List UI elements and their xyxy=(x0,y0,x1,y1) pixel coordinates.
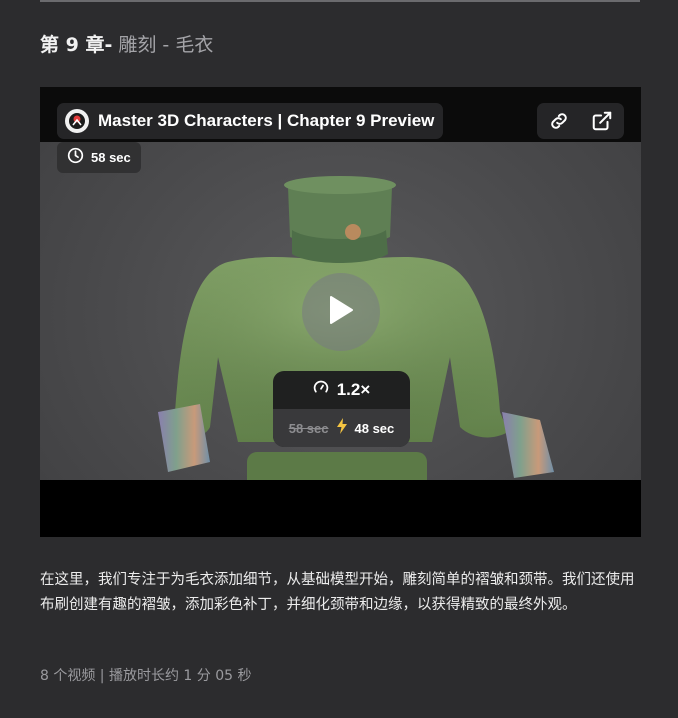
duration-text: 58 sec xyxy=(91,150,131,165)
chapter-description: 在这里，我们专注于为毛衣添加细节，从基础模型开始，雕刻简单的褶皱和颈带。我们还使… xyxy=(40,572,635,613)
chapter-number: 第 9 章 xyxy=(40,34,105,56)
lightning-icon xyxy=(336,418,348,438)
chapter-subtitle: 雕刻 - 毛衣 xyxy=(118,34,214,56)
duration-comparison: 58 sec 48 sec xyxy=(273,409,410,447)
chapter-separator: - xyxy=(104,34,113,56)
top-divider xyxy=(40,0,640,2)
original-duration: 58 sec xyxy=(288,420,329,436)
speed-value: 1.2× xyxy=(336,380,371,399)
clock-icon xyxy=(67,147,84,168)
brand-logo-icon xyxy=(65,109,89,133)
speed-row: 1.2× xyxy=(273,371,410,409)
play-icon xyxy=(328,295,354,329)
play-button[interactable] xyxy=(302,273,380,351)
sped-duration: 48 sec xyxy=(354,420,395,436)
chapter-heading: 第 9 章- 雕刻 - 毛衣 xyxy=(40,32,213,58)
link-icon[interactable] xyxy=(545,107,573,135)
video-actions xyxy=(537,103,624,139)
external-link-icon[interactable] xyxy=(588,107,616,135)
video-bottom-bar xyxy=(40,480,641,537)
speed-card[interactable]: 1.2× 58 sec 48 sec xyxy=(273,371,410,447)
chapter-meta: 8 个视频 | 播放时长约 1 分 05 秒 xyxy=(40,668,252,684)
duration-badge: 58 sec xyxy=(57,142,141,173)
speedometer-icon xyxy=(313,380,329,400)
video-title-pill[interactable]: Master 3D Characters | Chapter 9 Preview xyxy=(57,103,444,139)
video-player[interactable]: Master 3D Characters | Chapter 9 Preview… xyxy=(40,87,641,537)
video-title[interactable]: Master 3D Characters | Chapter 9 Preview xyxy=(98,111,434,131)
